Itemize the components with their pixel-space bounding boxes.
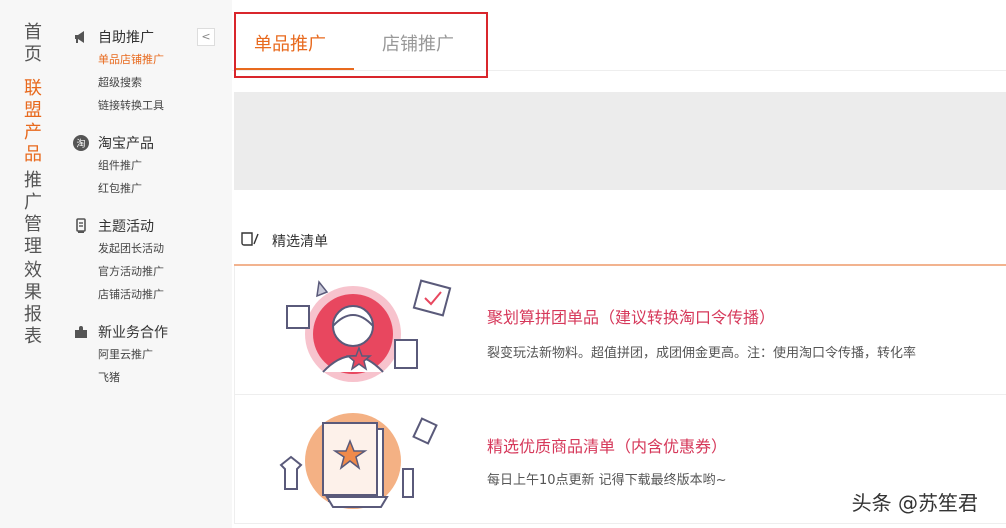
nav-char: 盟 [24, 100, 42, 121]
menu-section-header: 新业务合作 [72, 321, 168, 343]
menu-section-title: 新业务合作 [98, 325, 168, 341]
menu-link-aliyun-promo[interactable]: 阿里云推广 [98, 343, 168, 366]
product-list-illustration [267, 405, 467, 515]
menu-section-theme-activities: 主题活动 发起团长活动 官方活动推广 店铺活动推广 [72, 215, 164, 306]
nav-alliance-products[interactable]: 联 盟 产 品 [22, 78, 44, 166]
menu-section-taobao-products: 淘 淘宝产品 组件推广 红包推广 [72, 132, 154, 200]
menu-link-super-search[interactable]: 超级搜索 [98, 71, 164, 94]
main-content: 单品推广 店铺推广 精选清单 聚划算拼团单品（建议转换淘口令传播） 裂变玩法新物… [232, 0, 1006, 528]
menu-section-new-business: 新业务合作 阿里云推广 飞猪 [72, 321, 168, 389]
menu-link-start-group-activity[interactable]: 发起团长活动 [98, 237, 164, 260]
nav-promotion-management[interactable]: 推 广 管 理 [22, 170, 44, 258]
collapse-menu-button[interactable]: < [197, 28, 215, 46]
section-title: 精选清单 [272, 234, 328, 250]
section-header: 精选清单 [240, 230, 328, 252]
nav-char: 管 [24, 214, 42, 235]
tabs-highlight-box [234, 12, 488, 78]
menu-link-single-shop-promo[interactable]: 单品店铺推广 [98, 48, 164, 71]
megaphone-icon [72, 28, 90, 46]
list-icon [240, 230, 260, 252]
nav-char: 产 [24, 122, 42, 143]
menu-link-shop-activity-promo[interactable]: 店铺活动推广 [98, 283, 164, 306]
group-buy-illustration [267, 276, 467, 386]
nav-char: 报 [24, 304, 42, 325]
nav-char: 表 [24, 326, 42, 347]
list-item[interactable]: 聚划算拼团单品（建议转换淘口令传播） 裂变玩法新物料。超值拼团，成团佣金更高。注… [234, 266, 1006, 395]
nav-char: 理 [24, 236, 42, 257]
nav-effect-reports[interactable]: 效 果 报 表 [22, 260, 44, 348]
menu-link-link-converter[interactable]: 链接转换工具 [98, 94, 164, 117]
nav-char: 广 [24, 192, 42, 213]
nav-char: 联 [24, 78, 42, 99]
menu-section-title: 自助推广 [98, 30, 154, 46]
svg-text:淘: 淘 [76, 138, 85, 150]
menu-section-self-promo: 自助推广 单品店铺推广 超级搜索 链接转换工具 [72, 26, 164, 117]
secondary-menu: 自助推广 单品店铺推广 超级搜索 链接转换工具 淘 淘宝产品 组件推广 红包推广… [60, 0, 232, 528]
watermark: 头条 @苏笙君 [851, 491, 978, 515]
card-title: 聚划算拼团单品（建议转换淘口令传播） [487, 308, 776, 327]
menu-section-header: 主题活动 [72, 215, 164, 237]
card-title: 精选优质商品清单（内含优惠券） [487, 437, 728, 456]
menu-section-header: 自助推广 [72, 26, 164, 48]
menu-link-widget-promo[interactable]: 组件推广 [98, 154, 154, 177]
card-description: 裂变玩法新物料。超值拼团，成团佣金更高。注：使用淘口令传播，转化率 [487, 346, 917, 361]
nav-home-char: 首 [24, 22, 42, 43]
flag-icon [72, 217, 90, 235]
menu-section-title: 主题活动 [98, 219, 154, 235]
menu-link-official-activity-promo[interactable]: 官方活动推广 [98, 260, 164, 283]
nav-char: 果 [24, 282, 42, 303]
nav-char: 推 [24, 170, 42, 191]
puzzle-icon [72, 323, 90, 341]
menu-section-header: 淘 淘宝产品 [72, 132, 154, 154]
nav-home-char: 页 [24, 44, 42, 65]
card-description: 每日上午10点更新 记得下载最终版本哟~ [487, 473, 727, 488]
primary-nav: 首 页 联 盟 产 品 推 广 管 理 效 果 报 表 [0, 0, 60, 528]
nav-char: 品 [24, 144, 42, 165]
menu-link-fliggy[interactable]: 飞猪 [98, 366, 168, 389]
nav-home[interactable]: 首 页 [22, 22, 44, 66]
menu-section-title: 淘宝产品 [98, 136, 154, 152]
nav-char: 效 [24, 260, 42, 281]
banner-placeholder [234, 92, 1006, 190]
menu-link-redpacket-promo[interactable]: 红包推广 [98, 177, 154, 200]
taobao-icon: 淘 [72, 134, 90, 152]
